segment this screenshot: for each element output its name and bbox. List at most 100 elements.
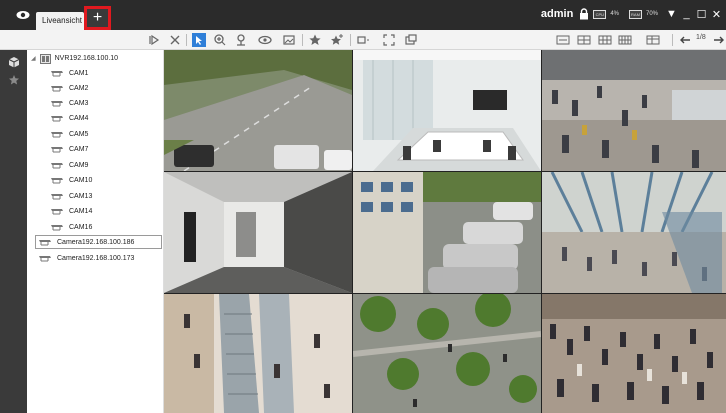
star-icon[interactable] — [8, 74, 20, 86]
video-tile-waiting-hall[interactable] — [542, 50, 726, 171]
cam-label: CAM14 — [69, 208, 93, 215]
cpu-icon: CPU — [593, 9, 607, 19]
video-tile-parking-lot[interactable] — [353, 172, 541, 293]
camera-icon — [51, 101, 63, 107]
memory-usage: 70% — [645, 11, 658, 17]
zoom-icon[interactable] — [213, 33, 227, 47]
eye-icon — [16, 11, 30, 19]
dropdown-icon[interactable]: ▼ — [666, 8, 677, 20]
street-view — [164, 50, 352, 171]
favorite-icon[interactable] — [308, 33, 322, 47]
device-tree: ◢ NVR192.168.100.10 CAM1 CAM2 CAM3 CAM4 … — [27, 50, 164, 413]
cam-label: CAM1 — [69, 70, 89, 77]
camera-icon — [51, 225, 63, 231]
video-tile-street[interactable] — [164, 50, 352, 171]
next-page-icon[interactable] — [712, 33, 726, 47]
custom-layout-icon[interactable] — [646, 33, 660, 47]
minimize-button[interactable]: _ — [681, 8, 692, 20]
layout-4-icon[interactable] — [577, 33, 591, 47]
tree-item-nvr[interactable]: ◢ NVR192.168.100.10 — [31, 52, 118, 65]
tree-item-cam14[interactable]: CAM14 — [51, 205, 92, 218]
video-tile-corridor[interactable] — [164, 172, 352, 293]
collapse-icon[interactable]: ◢ — [31, 55, 36, 62]
device-tree-icon[interactable] — [8, 56, 20, 68]
left-rail — [0, 50, 27, 413]
select-tool-icon[interactable] — [192, 33, 206, 47]
video-grid — [164, 50, 726, 413]
camera-icon — [39, 256, 51, 262]
cpu-usage: 4% — [610, 11, 619, 17]
title-bar: Liveansicht + admin CPU 4% RAM 70% ▼ _ ☐… — [0, 0, 726, 30]
cam-label: CAM4 — [69, 115, 89, 122]
plaza-view — [353, 294, 541, 413]
user-name[interactable]: admin — [541, 8, 573, 20]
nvr-icon — [39, 53, 51, 64]
video-tile-mall-atrium[interactable] — [542, 172, 726, 293]
camera-icon — [51, 209, 63, 215]
view-icon[interactable] — [258, 33, 272, 47]
cam-label: CAM9 — [69, 162, 89, 169]
cam-label: CAM7 — [69, 146, 89, 153]
waiting-hall-view — [542, 50, 726, 171]
snapshot-icon[interactable] — [282, 33, 296, 47]
video-tile-crowd[interactable] — [542, 294, 726, 413]
video-tile-plaza[interactable] — [353, 294, 541, 413]
tree-item-cam9[interactable]: CAM9 — [51, 159, 88, 172]
layout-1-icon[interactable] — [556, 33, 570, 47]
tree-item-cam7[interactable]: CAM7 — [51, 143, 88, 156]
tree-item-cam5[interactable]: CAM5 — [51, 128, 88, 141]
camera-icon — [51, 132, 63, 138]
tab-liveansicht[interactable]: Liveansicht — [36, 12, 84, 30]
corridor-view — [164, 172, 352, 293]
nvr-label: NVR192.168.100.10 — [54, 55, 119, 62]
cam-label: CAM5 — [69, 131, 89, 138]
maximize-button[interactable]: ☐ — [696, 8, 707, 21]
add-tab-button[interactable]: + — [84, 6, 111, 30]
cam-label: CAM16 — [69, 224, 93, 231]
prev-page-icon[interactable] — [678, 33, 692, 47]
tree-item-camera-173[interactable]: Camera192.168.100.173 — [39, 252, 134, 265]
crowd-view — [542, 294, 726, 413]
tree-item-cam16[interactable]: CAM16 — [51, 221, 92, 234]
camera-icon — [39, 239, 51, 245]
cam-label: CAM2 — [69, 85, 89, 92]
tree-item-cam1[interactable]: CAM1 — [51, 67, 88, 80]
window-mode-icon[interactable] — [404, 33, 418, 47]
camera-icon — [51, 178, 63, 184]
lock-icon[interactable] — [579, 8, 589, 20]
tree-item-cam3[interactable]: CAM3 — [51, 97, 88, 110]
shopping-mall-atrium-view — [542, 172, 726, 293]
camera-label: Camera192.168.100.173 — [57, 255, 135, 262]
camera-icon — [51, 86, 63, 92]
close-button[interactable]: ✕ — [711, 8, 722, 21]
camera-icon — [51, 163, 63, 169]
camera-icon — [51, 116, 63, 122]
layout-9-icon[interactable] — [598, 33, 612, 47]
video-tile-conference[interactable] — [353, 50, 541, 171]
tree-item-cam2[interactable]: CAM2 — [51, 82, 88, 95]
cam-label: CAM10 — [69, 177, 93, 184]
ptz-icon[interactable] — [234, 33, 248, 47]
tree-item-cam13[interactable]: CAM13 — [51, 190, 92, 203]
layout-16-icon[interactable] — [618, 33, 632, 47]
camera-icon — [51, 71, 63, 77]
play-icon[interactable] — [147, 33, 161, 47]
escalator-view — [164, 294, 352, 413]
fullscreen-icon[interactable] — [382, 33, 396, 47]
parking-lot-view — [353, 172, 541, 293]
cam-label: CAM13 — [69, 193, 93, 200]
add-favorite-icon[interactable] — [330, 33, 344, 47]
close-all-icon[interactable] — [168, 33, 182, 47]
cam-label: CAM3 — [69, 100, 89, 107]
screen-split-icon[interactable] — [356, 33, 370, 47]
camera-icon — [51, 147, 63, 153]
video-tile-escalator[interactable] — [164, 294, 352, 413]
conference-room-view — [353, 50, 541, 171]
tree-item-camera-186[interactable]: Camera192.168.100.186 — [35, 235, 162, 249]
tree-item-cam4[interactable]: CAM4 — [51, 112, 88, 125]
tree-item-cam10[interactable]: CAM10 — [51, 174, 92, 187]
camera-icon — [51, 194, 63, 200]
toolbar: 1/8 — [0, 30, 726, 50]
camera-label: Camera192.168.100.186 — [57, 238, 135, 246]
page-indicator: 1/8 — [696, 34, 706, 41]
